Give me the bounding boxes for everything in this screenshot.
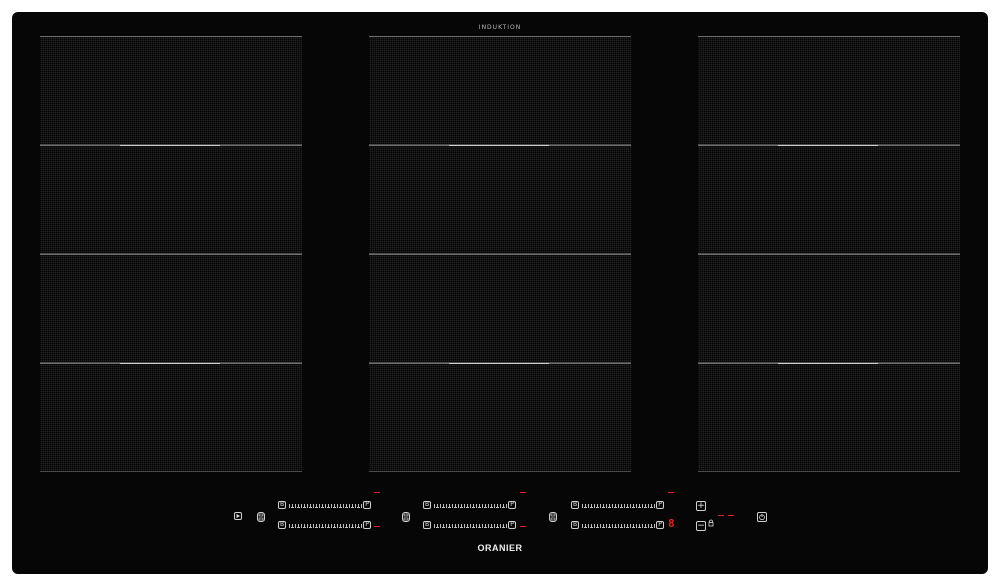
indicator-light <box>718 515 724 516</box>
slider-end-button[interactable]: P <box>656 501 664 509</box>
zone-marker <box>449 363 549 364</box>
zone-col3-row4[interactable] <box>698 363 960 472</box>
indicator-light <box>728 515 734 516</box>
slider-start-button[interactable]: B <box>423 501 431 509</box>
zone-col2-row1[interactable] <box>369 36 631 145</box>
power-slider-zone3-rear[interactable] <box>582 521 655 528</box>
brand-logo: ORANIER <box>477 543 523 553</box>
timer-display: 8 <box>668 517 675 530</box>
zone-col1-row4[interactable] <box>40 363 302 472</box>
power-icon[interactable] <box>757 512 767 522</box>
slider-start-button[interactable]: B <box>278 501 286 509</box>
indicator-light <box>668 492 674 493</box>
zone-col3-row1[interactable] <box>698 36 960 145</box>
power-slider-zone1-front[interactable] <box>289 501 362 508</box>
indicator-light <box>520 526 526 527</box>
slider-start-button[interactable]: B <box>571 501 579 509</box>
indicator-light <box>374 526 380 527</box>
slider-end-button[interactable]: P <box>508 521 516 529</box>
zone-col1-row3[interactable] <box>40 254 302 363</box>
power-slider-zone1-rear[interactable] <box>289 521 362 528</box>
zone-col3-row3[interactable] <box>698 254 960 363</box>
zone-marker <box>778 145 878 146</box>
zone-col2-row4[interactable] <box>369 363 631 472</box>
bridge-icon[interactable] <box>257 512 265 522</box>
indicator-light <box>374 492 380 493</box>
slider-start-button[interactable]: B <box>423 521 431 529</box>
zone-marker <box>120 145 220 146</box>
zone-marker <box>120 363 220 364</box>
lock-icon[interactable] <box>708 512 714 527</box>
slider-start-button[interactable]: B <box>571 521 579 529</box>
zone-col3-row2[interactable] <box>698 145 960 254</box>
zone-col1-row1[interactable] <box>40 36 302 145</box>
zone-col2-row3[interactable] <box>369 254 631 363</box>
slider-end-button[interactable]: P <box>656 521 664 529</box>
play-icon[interactable] <box>234 512 242 520</box>
zone-marker <box>449 145 549 146</box>
minus-button[interactable]: − <box>696 521 706 531</box>
slider-end-button[interactable]: P <box>363 521 371 529</box>
indicator-light <box>520 492 526 493</box>
zone-col2-row2[interactable] <box>369 145 631 254</box>
zone-col1-row2[interactable] <box>40 145 302 254</box>
slider-end-button[interactable]: P <box>508 501 516 509</box>
power-slider-zone2-front[interactable] <box>434 501 507 508</box>
bridge-icon[interactable] <box>549 512 557 522</box>
top-label: INDUKTION <box>478 24 522 31</box>
slider-start-button[interactable]: B <box>278 521 286 529</box>
power-slider-zone2-rear[interactable] <box>434 521 507 528</box>
slider-end-button[interactable]: P <box>363 501 371 509</box>
induction-hob-surface: INDUKTION B P B P B P B P B P B P 8 + − … <box>12 12 988 574</box>
zone-marker <box>778 363 878 364</box>
bridge-icon[interactable] <box>402 512 410 522</box>
plus-button[interactable]: + <box>696 501 706 511</box>
power-slider-zone3-front[interactable] <box>582 501 655 508</box>
